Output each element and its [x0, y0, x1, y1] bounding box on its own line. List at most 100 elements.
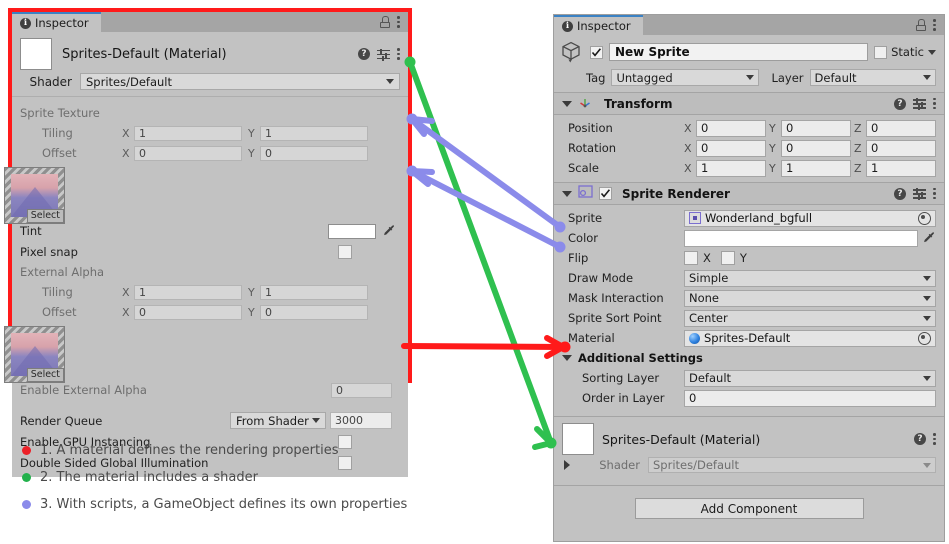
preset-icon[interactable]	[913, 98, 926, 110]
flip-x-checkbox[interactable]	[684, 251, 698, 265]
preset-icon[interactable]	[913, 188, 926, 200]
sprite-renderer-enabled-checkbox[interactable]	[599, 187, 612, 200]
sprite-sort-point-row: Sprite Sort Point Center	[554, 308, 944, 328]
order-in-layer-input[interactable]: 0	[684, 389, 936, 407]
left-inspector-tabbar: i Inspector	[12, 12, 408, 32]
flip-y-checkbox[interactable]	[720, 251, 735, 265]
pixel-snap-checkbox[interactable]	[338, 245, 352, 259]
offset-x-input[interactable]: 0	[134, 304, 242, 320]
gameobject-enabled-checkbox[interactable]	[590, 45, 603, 59]
sprite-renderer-more-options-icon[interactable]	[933, 187, 936, 200]
tag-dropdown[interactable]: Untagged	[611, 69, 760, 86]
shader-dropdown[interactable]: Sprites/Default	[80, 73, 400, 90]
eyedropper-icon[interactable]	[922, 231, 936, 245]
add-component-button[interactable]: Add Component	[634, 498, 864, 519]
tint-color-field[interactable]	[328, 223, 376, 239]
position-x-input[interactable]: 0	[696, 119, 766, 137]
offset-x-input[interactable]: 0	[134, 145, 242, 161]
sprite-row: Sprite Wonderland_bgfull	[554, 208, 944, 228]
help-icon[interactable]: ?	[894, 97, 906, 110]
foldout-arrow-icon[interactable]	[562, 355, 572, 361]
lock-icon[interactable]	[380, 16, 390, 28]
material-preview-shader-dropdown[interactable]: Sprites/Default	[648, 457, 936, 473]
foldout-arrow-icon[interactable]	[564, 460, 570, 470]
transform-body: Position X 0 Y 0 Z 0 Rotation X 0 Y 0 Z …	[554, 115, 944, 182]
external-alpha-tiling-row: Tiling X 1 Y 1	[12, 282, 408, 302]
purple-annotation-arrow-color	[406, 165, 566, 253]
offset-y-group: Y 0	[248, 304, 368, 320]
rotation-y-input[interactable]: 0	[781, 139, 851, 157]
enable-external-alpha-input[interactable]: 0	[331, 382, 392, 398]
tiling-x-input[interactable]: 1	[134, 125, 242, 141]
position-y-input[interactable]: 0	[781, 119, 851, 137]
sprite-sort-point-label: Sprite Sort Point	[568, 311, 662, 325]
tab-inspector-right[interactable]: i Inspector	[554, 15, 643, 35]
material-preview-more-options-icon[interactable]	[933, 433, 936, 445]
axis-y-label: Y	[769, 141, 776, 155]
layer-dropdown[interactable]: Default	[809, 69, 936, 86]
render-queue-mode-dropdown[interactable]: From Shader	[230, 412, 326, 429]
sorting-layer-dropdown[interactable]: Default	[684, 369, 936, 387]
flip-checkbox-group: X Y	[684, 251, 936, 265]
scale-z-input[interactable]: 1	[866, 159, 936, 177]
sprite-renderer-title: Sprite Renderer	[622, 186, 730, 201]
foldout-arrow-icon[interactable]	[562, 190, 572, 197]
material-more-options-icon[interactable]	[397, 48, 400, 60]
select-texture-button[interactable]: Select	[26, 368, 64, 382]
material-inspector-panel: i Inspector Sprites-Default (Material) ?…	[4, 8, 412, 477]
help-icon[interactable]: ?	[914, 433, 926, 445]
eyedropper-icon[interactable]	[382, 224, 396, 238]
transform-more-options-icon[interactable]	[933, 97, 936, 110]
axis-x-label: X	[122, 146, 130, 160]
tiling-x-input[interactable]: 1	[134, 284, 242, 300]
offset-y-input[interactable]: 0	[260, 304, 368, 320]
additional-settings-header[interactable]: Additional Settings	[554, 348, 944, 368]
help-icon[interactable]: ?	[894, 187, 906, 200]
sprite-object-field[interactable]: Wonderland_bgfull	[684, 209, 936, 227]
render-queue-value-input[interactable]: 3000	[330, 412, 392, 429]
scale-y-input[interactable]: 1	[781, 159, 851, 177]
tabbar-filler	[643, 15, 916, 35]
sprite-renderer-component-header[interactable]: Sprite Renderer ?	[554, 182, 944, 205]
scale-x-input[interactable]: 1	[696, 159, 766, 177]
tiling-x-group: X 1	[122, 284, 242, 300]
green-annotation-arrow	[404, 56, 557, 450]
tabbar-filler	[101, 12, 380, 32]
foldout-arrow-icon[interactable]	[562, 100, 572, 107]
preset-icon[interactable]	[377, 48, 390, 61]
draw-mode-dropdown[interactable]: Simple	[684, 269, 936, 287]
sprite-sort-point-dropdown[interactable]: Center	[684, 309, 936, 327]
position-z-input[interactable]: 0	[866, 119, 936, 137]
pixel-snap-row: Pixel snap	[12, 242, 408, 262]
more-options-icon[interactable]	[933, 19, 936, 31]
static-checkbox[interactable]	[874, 45, 888, 59]
rotation-x-input[interactable]: 0	[696, 139, 766, 157]
color-field[interactable]	[684, 229, 918, 247]
sprite-sort-point-value: Center	[689, 311, 728, 325]
info-icon: i	[562, 20, 573, 32]
right-inspector-tabbar: i Inspector	[554, 15, 944, 35]
mask-interaction-dropdown[interactable]: None	[684, 289, 936, 307]
object-picker-icon[interactable]	[918, 331, 931, 345]
transform-component-header[interactable]: Transform ?	[554, 92, 944, 115]
offset-y-input[interactable]: 0	[260, 145, 368, 161]
flip-label: Flip	[568, 251, 589, 265]
object-picker-icon[interactable]	[918, 211, 931, 225]
tiling-y-input[interactable]: 1	[260, 125, 368, 141]
chevron-down-icon[interactable]	[928, 49, 936, 55]
lock-icon[interactable]	[916, 19, 926, 31]
external-alpha-thumbnail[interactable]: Select	[4, 326, 65, 383]
tiling-y-input[interactable]: 1	[260, 284, 368, 300]
gameobject-name-input[interactable]: New Sprite	[609, 43, 869, 61]
select-texture-button[interactable]: Select	[26, 209, 64, 223]
chevron-down-icon	[923, 315, 931, 321]
rotation-z-input[interactable]: 0	[866, 139, 936, 157]
more-options-icon[interactable]	[397, 16, 400, 28]
material-preview-shader-value: Sprites/Default	[653, 458, 739, 472]
material-properties-body: Sprite Texture Tiling X 1 Y 1 Offset X 0	[4, 96, 408, 477]
material-object-field[interactable]: Sprites-Default	[684, 329, 936, 347]
gameobject-inspector-panel: i Inspector New Sprite Static Tag Untagg…	[553, 14, 945, 542]
help-icon[interactable]: ?	[358, 48, 370, 60]
tab-inspector-left[interactable]: i Inspector	[12, 12, 101, 32]
sprite-texture-thumbnail[interactable]: Select	[4, 167, 65, 224]
